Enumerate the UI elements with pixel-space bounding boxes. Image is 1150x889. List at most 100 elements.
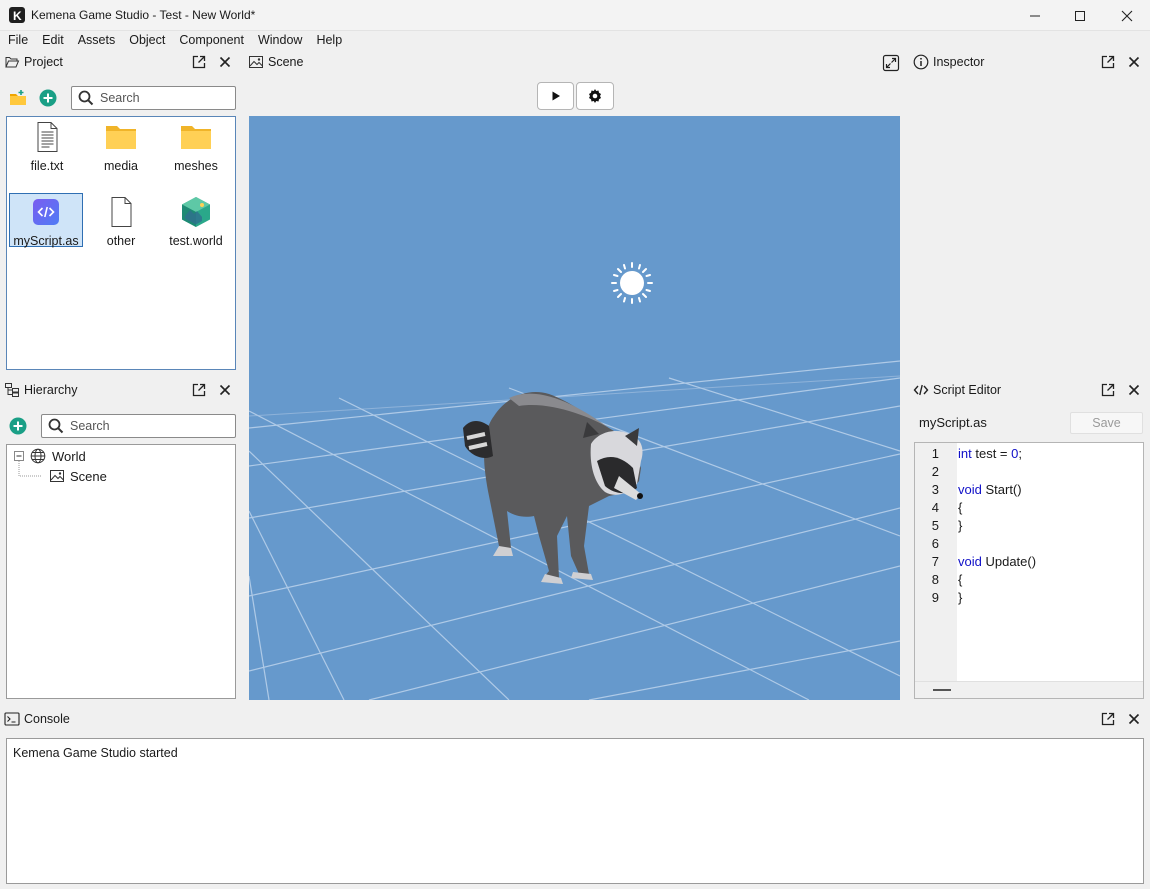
file-item-test-world[interactable]: test.world (159, 194, 233, 248)
project-search-box[interactable] (71, 86, 236, 110)
search-icon (48, 418, 64, 434)
gear-icon (587, 88, 603, 104)
scene-render (249, 262, 900, 700)
menu-help[interactable]: Help (308, 31, 348, 50)
code-token: int (958, 446, 972, 461)
menu-file[interactable]: File (0, 31, 34, 50)
tree-item-world[interactable]: World (30, 447, 86, 465)
close-panel-icon[interactable] (1126, 382, 1142, 398)
play-button[interactable] (537, 82, 574, 110)
script-editor-panel-header[interactable]: Script Editor (909, 378, 1150, 402)
folder-icon (105, 121, 137, 153)
code-text: int test = 0; (958, 445, 1022, 463)
hierarchy-panel-header[interactable]: Hierarchy (0, 378, 241, 402)
file-item-label: other (106, 234, 136, 248)
code-line: 6 (915, 535, 1143, 553)
close-panel-icon[interactable] (217, 382, 233, 398)
menu-assets[interactable]: Assets (70, 31, 122, 50)
file-item-meshes[interactable]: meshes (159, 119, 233, 173)
menu-bar: File Edit Assets Object Component Window… (0, 31, 1150, 50)
popout-icon[interactable] (191, 382, 207, 398)
popout-icon[interactable] (1100, 382, 1116, 398)
project-search-input[interactable] (100, 91, 220, 105)
menu-edit[interactable]: Edit (34, 31, 70, 50)
maximize-icon (1074, 10, 1086, 22)
scene-panel-title: Scene (268, 55, 304, 69)
close-panel-icon[interactable] (217, 54, 233, 70)
tree-item-label: Scene (70, 468, 107, 484)
folder-open-icon (4, 54, 20, 70)
console-output[interactable]: Kemena Game Studio started (6, 738, 1144, 884)
line-number: 7 (931, 554, 939, 569)
scene-viewport[interactable] (249, 116, 900, 700)
hierarchy-panel-title: Hierarchy (24, 383, 78, 397)
close-window-button[interactable] (1104, 0, 1150, 31)
line-number: 9 (931, 590, 939, 605)
hierarchy-panel: Hierarchy World Scene (0, 378, 241, 703)
sun-light-icon[interactable] (611, 262, 653, 304)
inspector-panel: Inspector (909, 50, 1150, 375)
code-token: Start() (981, 482, 1022, 497)
project-file-grid: file.txt media meshes myScript.as other (6, 116, 236, 370)
new-folder-icon[interactable] (9, 89, 29, 107)
fullscreen-icon[interactable] (882, 54, 900, 72)
code-token: Update() (981, 554, 1037, 569)
save-button[interactable]: Save (1070, 412, 1143, 434)
project-panel-title: Project (24, 55, 63, 69)
search-icon (78, 90, 94, 106)
globe-icon (30, 448, 46, 464)
code-line: 1 int test = 0; (915, 445, 1143, 463)
text-file-icon (31, 121, 63, 153)
maximize-button[interactable] (1057, 0, 1103, 31)
close-panel-icon[interactable] (1126, 54, 1142, 70)
popout-icon[interactable] (191, 54, 207, 70)
terminal-icon (4, 711, 20, 727)
code-icon (913, 382, 929, 398)
file-item-label: file.txt (30, 159, 64, 173)
file-item-file-txt[interactable]: file.txt (10, 119, 84, 173)
scrollbar-thumb[interactable] (933, 689, 951, 691)
tree-item-scene[interactable]: Scene (49, 467, 107, 485)
script-editor-panel: Script Editor myScript.as Save 1 int test… (909, 378, 1150, 704)
line-number: 4 (931, 500, 939, 515)
file-item-myscript[interactable]: myScript.as (9, 193, 83, 248)
code-editor[interactable]: 1 int test = 0; 2 3 void Start() 4{5} 6 7 void U… (914, 442, 1144, 699)
add-asset-icon[interactable] (39, 89, 57, 107)
popout-icon[interactable] (1100, 54, 1116, 70)
minimize-icon (1029, 10, 1041, 22)
image-icon (49, 468, 65, 484)
console-panel-header[interactable]: Console (0, 707, 1150, 731)
code-text: { (958, 571, 962, 589)
add-object-icon[interactable] (9, 417, 27, 435)
svg-text:K: K (13, 9, 22, 23)
blank-file-icon (105, 196, 137, 228)
console-panel-title: Console (24, 712, 70, 726)
file-item-label: media (103, 159, 139, 173)
code-line: 8{ (915, 571, 1143, 589)
menu-window[interactable]: Window (250, 31, 308, 50)
minimize-button[interactable] (1012, 0, 1058, 31)
horizontal-scrollbar[interactable] (915, 681, 1143, 698)
collapse-icon[interactable] (14, 451, 24, 461)
menu-object[interactable]: Object (121, 31, 171, 50)
hierarchy-search-input[interactable] (70, 419, 190, 433)
popout-icon[interactable] (1100, 711, 1116, 727)
raccoon-model[interactable] (463, 392, 643, 584)
menu-component[interactable]: Component (171, 31, 250, 50)
script-file-name: myScript.as (919, 415, 987, 430)
project-panel-header[interactable]: Project (0, 50, 241, 74)
code-token: } (958, 518, 963, 533)
title-bar[interactable]: K Kemena Game Studio - Test - New World* (0, 0, 1150, 31)
file-item-media[interactable]: media (84, 119, 158, 173)
scene-panel-header[interactable]: Scene (244, 50, 906, 74)
code-token: ; (1018, 446, 1022, 461)
code-token: test = (971, 446, 1012, 461)
inspector-panel-header[interactable]: Inspector (909, 50, 1150, 74)
tree-item-label: World (52, 448, 86, 464)
code-text: void Start() (958, 481, 1022, 499)
hierarchy-search-box[interactable] (41, 414, 236, 438)
file-item-label: myScript.as (13, 234, 79, 248)
close-panel-icon[interactable] (1126, 711, 1142, 727)
scene-settings-button[interactable] (576, 82, 614, 110)
file-item-other[interactable]: other (84, 194, 158, 248)
